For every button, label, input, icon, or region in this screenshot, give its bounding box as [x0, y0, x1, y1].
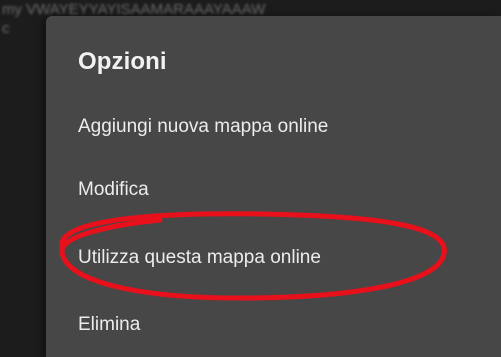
menu-item-use-online-map[interactable]: Utilizza questa mappa online: [78, 247, 321, 269]
dialog-title: Opzioni: [78, 48, 167, 75]
menu-item-edit[interactable]: Modifica: [78, 179, 149, 201]
menu-item-delete[interactable]: Elimina: [78, 314, 140, 336]
menu-item-add-online-map[interactable]: Aggiungi nuova mappa online: [78, 116, 328, 138]
options-dialog: Opzioni Aggiungi nuova mappa online Modi…: [46, 16, 501, 357]
